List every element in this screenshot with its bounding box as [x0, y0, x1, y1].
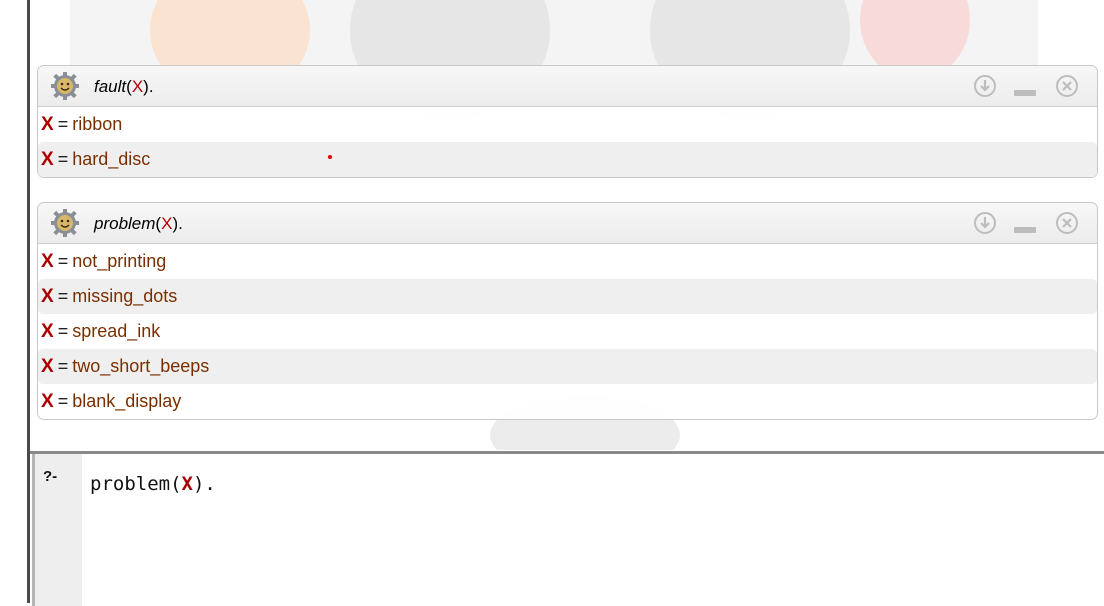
- answer-value: ribbon: [72, 114, 123, 134]
- answer-list: X = ribbon X = hard_disc: [38, 107, 1097, 177]
- answer-equals: =: [57, 321, 69, 341]
- query-tail: ).: [172, 214, 183, 233]
- answer-variable: X: [41, 114, 54, 135]
- query-variable: X: [131, 77, 144, 96]
- answer-variable: X: [41, 286, 54, 307]
- answer-variable: X: [41, 149, 54, 170]
- gear-smiley-icon: [51, 72, 79, 100]
- answer-equals: =: [57, 251, 69, 271]
- editor-predicate: problem(: [90, 473, 182, 495]
- answer-row: X = spread_ink: [38, 314, 1097, 349]
- runner-header: problem(X).: [38, 203, 1097, 244]
- answer-equals: =: [57, 286, 69, 306]
- download-icon[interactable]: [974, 75, 996, 97]
- answer-value: hard_disc: [72, 149, 151, 169]
- answer-row: X = hard_disc: [38, 142, 1097, 177]
- answer-row: X = two_short_beeps: [38, 349, 1097, 384]
- runner-query: problem(X).: [94, 214, 183, 234]
- query-editor[interactable]: ?- problem(X).: [30, 451, 1104, 606]
- query-input[interactable]: problem(X).: [90, 473, 216, 495]
- prompt-gutter: ?-: [32, 454, 82, 606]
- query-runner-problem: problem(X). X = not_printing X = missing_dot…: [37, 202, 1098, 420]
- answer-row: X = missing_dots: [38, 279, 1097, 314]
- minimize-icon[interactable]: [1013, 214, 1037, 236]
- answer-variable: X: [41, 391, 54, 412]
- download-icon[interactable]: [974, 212, 996, 234]
- answer-row: X = ribbon: [38, 107, 1097, 142]
- answer-row: X = not_printing: [38, 244, 1097, 279]
- answer-equals: =: [57, 391, 69, 411]
- close-icon[interactable]: [1056, 75, 1078, 97]
- answer-variable: X: [41, 251, 54, 272]
- answer-row: X = blank_display: [38, 384, 1097, 419]
- runner-query: fault(X).: [94, 77, 154, 97]
- query-predicate: problem: [94, 214, 156, 233]
- editor-tail: ).: [192, 473, 216, 495]
- answer-variable: X: [41, 321, 54, 342]
- query-runner-fault: fault(X). X = ribbon X = hard_disc: [37, 65, 1098, 178]
- query-variable: X: [161, 214, 173, 233]
- query-tail: ).: [143, 77, 154, 96]
- prompt-label: ?-: [43, 468, 58, 485]
- editor-variable: X: [181, 473, 193, 495]
- runner-header: fault(X).: [38, 66, 1097, 107]
- minimize-icon[interactable]: [1013, 77, 1037, 99]
- answer-variable: X: [41, 356, 54, 377]
- window-left-border: [0, 0, 30, 603]
- close-icon[interactable]: [1056, 212, 1078, 234]
- answer-value: not_printing: [72, 251, 167, 271]
- gear-smiley-icon: [51, 209, 79, 237]
- answer-equals: =: [57, 356, 69, 376]
- answer-value: spread_ink: [72, 321, 161, 341]
- answer-list: X = not_printing X = missing_dots X = spread_i…: [38, 244, 1097, 419]
- query-predicate: fault: [94, 77, 127, 96]
- answer-equals: =: [57, 114, 69, 134]
- answer-value: two_short_beeps: [72, 356, 210, 376]
- answer-value: missing_dots: [72, 286, 178, 306]
- cursor-dot: [328, 155, 332, 159]
- answer-value: blank_display: [72, 391, 182, 411]
- answer-equals: =: [57, 149, 69, 169]
